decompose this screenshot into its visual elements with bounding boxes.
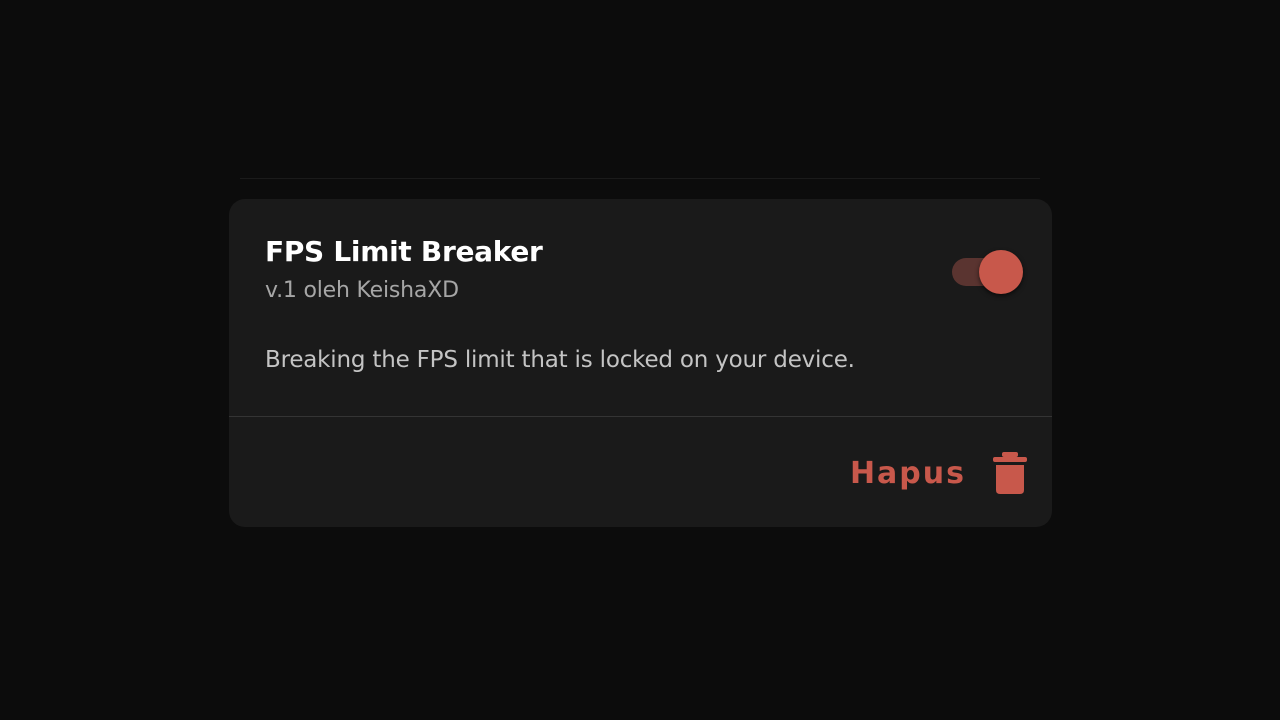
module-description: Breaking the FPS limit that is locked on…	[265, 347, 855, 373]
remove-button[interactable]: Hapus	[850, 447, 1028, 499]
toggle-thumb	[979, 250, 1023, 294]
list-divider	[240, 178, 1040, 179]
module-enable-toggle[interactable]	[952, 248, 1026, 296]
module-version-author: v.1 oleh KeishaXD	[265, 278, 459, 303]
module-card: FPS Limit Breaker v.1 oleh KeishaXD Brea…	[229, 199, 1052, 527]
module-title: FPS Limit Breaker	[265, 235, 543, 268]
card-divider	[229, 416, 1052, 417]
remove-button-label: Hapus	[849, 455, 966, 491]
trash-icon	[993, 452, 1027, 494]
